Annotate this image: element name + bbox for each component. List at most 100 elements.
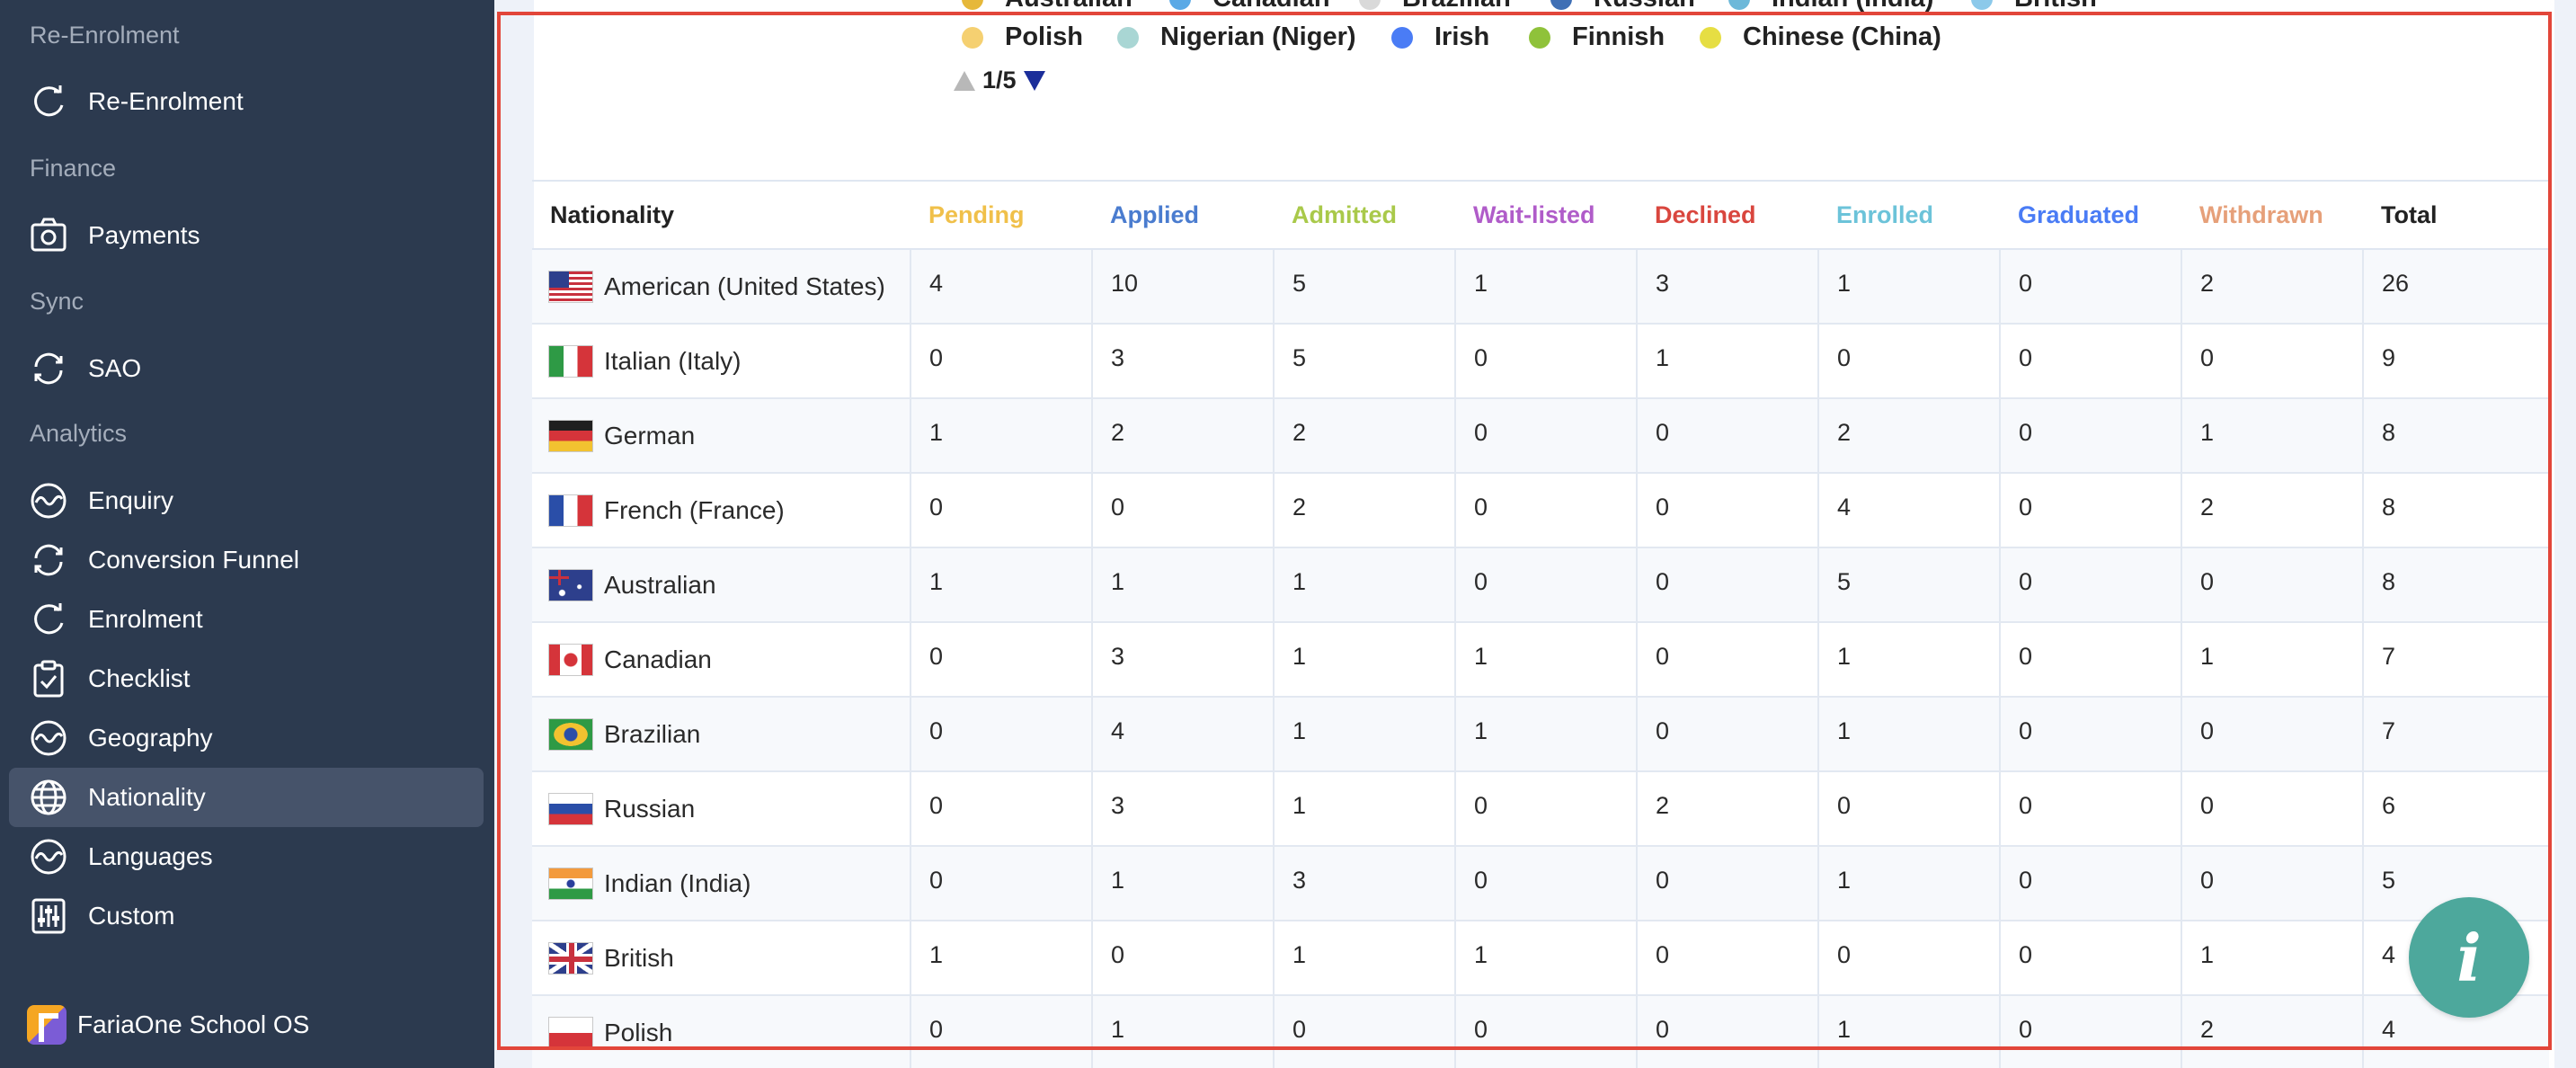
sidebar-item-payments[interactable]: Payments (9, 206, 484, 265)
table-row[interactable]: Polish 0 1 0 0 0 1 0 2 4 (532, 995, 2549, 1068)
cell-admitted: 5 (1274, 324, 1456, 399)
sidebar-item-geography[interactable]: Geography (9, 708, 484, 768)
cell-total: 7 (2363, 622, 2549, 698)
cell-total: 26 (2363, 249, 2549, 325)
column-header-applied[interactable]: Applied (1092, 180, 1274, 250)
legend-dot-icon (1169, 0, 1191, 10)
brand[interactable]: FariaOne School OS (27, 1005, 309, 1045)
nationality-name: Russian (604, 794, 696, 823)
table-row[interactable]: Russian 0 3 1 0 2 0 0 0 6 (532, 771, 2549, 847)
legend-page-down-icon[interactable] (1023, 70, 1045, 91)
sidebar-item-label: Geography (88, 724, 213, 752)
nationality-name: German (604, 421, 696, 449)
nationality-name: French (France) (604, 495, 785, 524)
nationality-wrap: French (France) (548, 494, 910, 527)
table-row[interactable]: Canadian 0 3 1 1 0 1 0 1 7 (532, 622, 2549, 698)
sidebar-item-label: SAO (88, 354, 142, 382)
sidebar-item-nationality[interactable]: Nationality (9, 768, 484, 827)
cell-pending: 1 (910, 547, 1093, 623)
table-row[interactable]: British 1 0 1 1 0 0 0 1 4 (532, 921, 2549, 996)
column-header-graduated[interactable]: Graduated (2000, 180, 2181, 250)
cell-enrolled: 0 (1818, 921, 2001, 996)
sidebar-item-enrolment[interactable]: Enrolment (9, 590, 484, 649)
legend-dot-icon (1550, 0, 1572, 10)
cell-wait-listed: 0 (1455, 771, 1638, 847)
legend-item-partial[interactable]: Australian (962, 0, 1133, 13)
camera-icon (28, 215, 69, 256)
cell-withdrawn: 0 (2181, 697, 2364, 772)
cell-declined: 0 (1637, 995, 1819, 1068)
nationality-wrap: Canadian (548, 643, 910, 676)
cell-applied: 3 (1092, 324, 1275, 399)
legend-item-partial[interactable]: Russian (1550, 0, 1695, 13)
nationality-name: Canadian (604, 645, 712, 673)
cell-total: 6 (2363, 771, 2549, 847)
cell-enrolled: 4 (1818, 473, 2001, 548)
sidebar-item-label: Enquiry (88, 486, 173, 514)
column-header-enrolled[interactable]: Enrolled (1818, 180, 2000, 250)
us-flag-icon (548, 270, 593, 303)
sidebar-item-label: Payments (88, 221, 200, 249)
table-row[interactable]: American (United States) 4 10 5 1 3 1 0 2 26 (532, 249, 2549, 325)
sync-icon (28, 348, 69, 389)
table-row[interactable]: Australian 1 1 1 0 0 5 0 0 8 (532, 547, 2549, 623)
cell-graduated: 0 (2000, 324, 2182, 399)
nationality-name: Brazilian (604, 719, 701, 748)
legend-item-partial[interactable]: Canadian (1169, 0, 1330, 13)
legend-item-partial[interactable]: British (1971, 0, 2097, 13)
table-row[interactable]: Italian (Italy) 0 3 5 0 1 0 0 0 9 (532, 324, 2549, 399)
legend-item-chinese-china[interactable]: Chinese (China) (1700, 22, 1941, 52)
sidebar-item-conversion-funnel[interactable]: Conversion Funnel (9, 530, 484, 590)
column-header-admitted[interactable]: Admitted (1274, 180, 1455, 250)
legend-item-partial[interactable]: Brazilian (1359, 0, 1511, 13)
sidebar-item-re-enrolment[interactable]: Re-Enrolment (9, 72, 484, 131)
nationality-wrap: Russian (548, 792, 910, 825)
cell-declined: 2 (1637, 771, 1819, 847)
nationality-wrap: Brazilian (548, 717, 910, 751)
sidebar-item-languages[interactable]: Languages (9, 827, 484, 886)
section-label-analytics: Analytics (30, 420, 128, 447)
nationality-table: Nationality Pending Applied Admitted Wai… (532, 180, 2549, 1068)
column-header-wait-listed[interactable]: Wait-listed (1455, 180, 1637, 250)
legend-dot-icon (962, 26, 983, 49)
nationality-cell: British (532, 921, 911, 996)
cell-pending: 0 (910, 995, 1093, 1068)
legend-item-irish[interactable]: Irish (1391, 22, 1489, 52)
cell-applied: 0 (1092, 473, 1275, 548)
section-label-finance: Finance (30, 155, 117, 182)
sidebar-item-checklist[interactable]: Checklist (9, 649, 484, 708)
legend-page-up-icon[interactable] (954, 70, 975, 91)
section-label-sync: Sync (30, 288, 84, 315)
brand-logo-icon (27, 1005, 67, 1045)
table-header-row: Nationality Pending Applied Admitted Wai… (532, 180, 2549, 250)
legend-item-partial[interactable]: Indian (India) (1728, 0, 1933, 13)
legend-label: British (2014, 0, 2097, 13)
uk-flag-icon (548, 941, 593, 975)
cell-withdrawn: 0 (2181, 771, 2364, 847)
cell-wait-listed: 1 (1455, 622, 1638, 698)
sidebar-item-sao[interactable]: SAO (9, 339, 484, 398)
column-header-nationality[interactable]: Nationality (532, 180, 910, 250)
sidebar-item-enquiry[interactable]: Enquiry (9, 471, 484, 530)
column-header-total[interactable]: Total (2363, 180, 2549, 250)
legend-item-nigerian-niger[interactable]: Nigerian (Niger) (1117, 22, 1356, 52)
legend-item-polish[interactable]: Polish (962, 22, 1083, 52)
cell-declined: 3 (1637, 249, 1819, 325)
table-row[interactable]: Indian (India) 0 1 3 0 0 1 0 0 5 (532, 846, 2549, 921)
legend-label: Nigerian (Niger) (1160, 22, 1356, 51)
sidebar-item-custom[interactable]: Custom (9, 886, 484, 946)
info-button[interactable]: i (2409, 897, 2529, 1018)
cell-withdrawn: 0 (2181, 324, 2364, 399)
column-header-withdrawn[interactable]: Withdrawn (2181, 180, 2363, 250)
table-row[interactable]: French (France) 0 0 2 0 0 4 0 2 8 (532, 473, 2549, 548)
legend-item-finnish[interactable]: Finnish (1529, 22, 1665, 52)
legend-label: Irish (1435, 22, 1490, 51)
column-header-pending[interactable]: Pending (910, 180, 1092, 250)
table-row[interactable]: German 1 2 2 0 0 2 0 1 8 (532, 398, 2549, 474)
column-header-declined[interactable]: Declined (1637, 180, 1818, 250)
legend-dot-icon (962, 0, 983, 10)
table-row[interactable]: Brazilian 0 4 1 1 0 1 0 0 7 (532, 697, 2549, 772)
nationality-name: Australian (604, 570, 716, 599)
cell-wait-listed: 0 (1455, 846, 1638, 921)
legend-dot-icon (1117, 26, 1139, 49)
